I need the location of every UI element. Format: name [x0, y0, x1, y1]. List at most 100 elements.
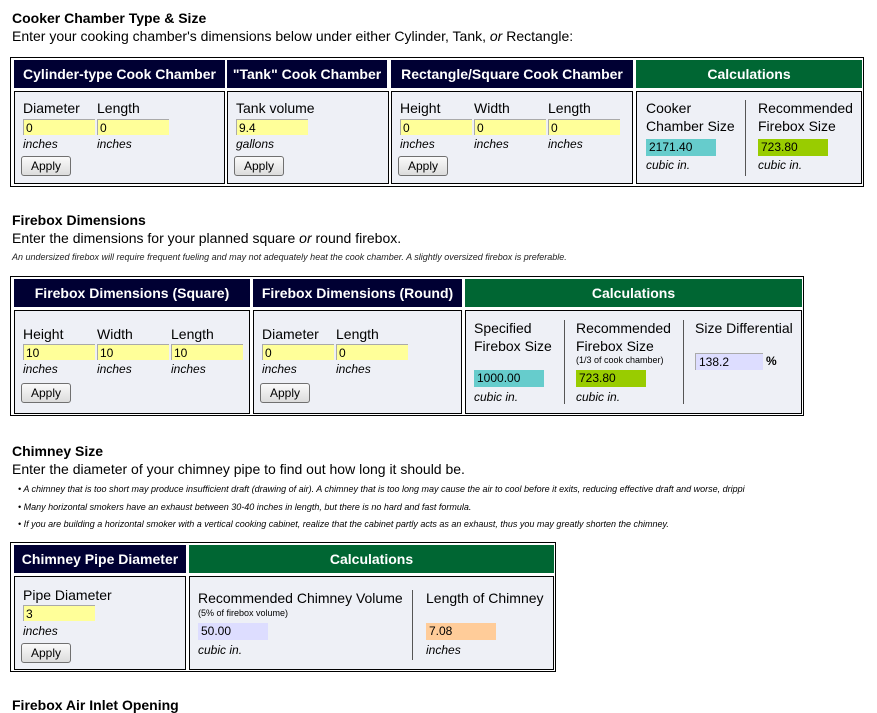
cooker-size-output: 2171.40	[646, 139, 716, 156]
cylinder-cell: Diameter inches Length inches Apply	[14, 91, 225, 184]
diameter-label: Diameter	[262, 326, 319, 342]
rect-cell: Height inches Width inches Length inches…	[391, 91, 633, 184]
round-diameter-input[interactable]	[262, 344, 334, 360]
chimney-volume-output: 50.00	[198, 623, 268, 640]
cylinder-apply-button[interactable]: Apply	[21, 156, 71, 176]
unit-label: inches	[23, 137, 58, 151]
cooker-size-label-2: Chamber Size	[646, 118, 735, 134]
chimney-intro: Enter the diameter of your chimney pipe …	[12, 461, 465, 477]
chimney-table: Chimney Pipe Diameter Calculations Pipe …	[10, 542, 556, 672]
chimney-pipe-header: Chimney Pipe Diameter	[14, 545, 186, 573]
rect-length-input[interactable]	[548, 119, 620, 135]
divider	[745, 100, 746, 176]
chimney-bullet: • If you are building a horizontal smoke…	[18, 519, 669, 529]
rect-apply-button[interactable]: Apply	[398, 156, 448, 176]
divider	[564, 320, 565, 404]
diameter-label: Diameter	[23, 100, 80, 116]
length-label: Length	[171, 326, 214, 342]
tank-apply-button[interactable]: Apply	[234, 156, 284, 176]
unit-label: cubic in.	[576, 390, 621, 404]
round-apply-button[interactable]: Apply	[260, 383, 310, 403]
size-diff-output: 138.2	[695, 353, 763, 370]
unit-label: inches	[474, 137, 509, 151]
rec-firebox-label-1: Recommended	[576, 320, 671, 336]
square-header: Firebox Dimensions (Square)	[14, 279, 250, 307]
rect-height-input[interactable]	[400, 119, 472, 135]
firebox-table: Firebox Dimensions (Square) Firebox Dime…	[10, 276, 804, 416]
unit-label: cubic in.	[758, 158, 803, 172]
unit-label: inches	[23, 362, 58, 376]
round-header: Firebox Dimensions (Round)	[253, 279, 462, 307]
chimney-length-output: 7.08	[426, 623, 496, 640]
length-label: Length	[97, 100, 140, 116]
cylinder-length-input[interactable]	[97, 119, 169, 135]
tank-header: "Tank" Cook Chamber	[227, 60, 387, 88]
cylinder-diameter-input[interactable]	[23, 119, 95, 135]
square-apply-button[interactable]: Apply	[21, 383, 71, 403]
cooker-calc-cell: Cooker Chamber Size 2171.40 cubic in. Re…	[636, 91, 862, 184]
unit-label: inches	[23, 624, 58, 638]
rec-firebox-label-1: Recommended	[758, 100, 853, 116]
firebox-calc-cell: Specified Firebox Size 1000.00 cubic in.…	[465, 310, 802, 414]
width-label: Width	[97, 326, 133, 342]
unit-label: inches	[400, 137, 435, 151]
width-label: Width	[474, 100, 510, 116]
height-label: Height	[23, 326, 64, 342]
rec-firebox-label-2: Firebox Size	[758, 118, 836, 134]
square-width-input[interactable]	[97, 344, 169, 360]
firebox-note: An undersized firebox will require frequ…	[12, 252, 567, 262]
tank-volume-label: Tank volume	[236, 100, 315, 116]
length-label: Length	[548, 100, 591, 116]
firebox-intro: Enter the dimensions for your planned sq…	[12, 230, 402, 246]
unit-label: inches	[548, 137, 583, 151]
cooker-section-title: Cooker Chamber Type & Size	[12, 10, 207, 26]
unit-label: inches	[97, 362, 132, 376]
chimney-volume-note: (5% of firebox volume)	[198, 608, 289, 618]
chimney-volume-label: Recommended Chimney Volume	[198, 590, 403, 606]
specified-firebox-output: 1000.00	[474, 370, 544, 387]
rec-firebox-output: 723.80	[576, 370, 646, 387]
chimney-calc-header: Calculations	[189, 545, 554, 573]
unit-label: cubic in.	[646, 158, 691, 172]
tank-cell: Tank volume gallons Apply	[227, 91, 389, 184]
pipe-diameter-label: Pipe Diameter	[23, 587, 112, 603]
tank-volume-input[interactable]	[236, 119, 308, 135]
pipe-diameter-input[interactable]	[23, 605, 95, 621]
unit-label: inches	[262, 362, 297, 376]
unit-label: inches	[426, 643, 461, 657]
length-label: Length	[336, 326, 379, 342]
chimney-section-title: Chimney Size	[12, 443, 104, 459]
round-cell: Diameter inches Length inches Apply	[253, 310, 462, 414]
square-length-input[interactable]	[171, 344, 243, 360]
size-diff-label: Size Differential	[695, 320, 793, 336]
divider	[412, 590, 413, 660]
percent-sign: %	[766, 354, 777, 368]
rect-header: Rectangle/Square Cook Chamber	[391, 60, 633, 88]
height-label: Height	[400, 100, 441, 116]
specified-label-2: Firebox Size	[474, 338, 552, 354]
chimney-calc-cell: Recommended Chimney Volume (5% of firebo…	[189, 576, 554, 670]
specified-label-1: Specified	[474, 320, 532, 336]
chimney-bullet: • Many horizontal smokers have an exhaus…	[18, 502, 472, 512]
square-cell: Height inches Width inches Length inches…	[14, 310, 250, 414]
chimney-length-label: Length of Chimney	[426, 590, 544, 606]
rect-width-input[interactable]	[474, 119, 546, 135]
rec-firebox-note: (1/3 of cook chamber)	[576, 355, 664, 365]
cooker-calc-header: Calculations	[636, 60, 862, 88]
unit-label: inches	[97, 137, 132, 151]
cooker-intro: Enter your cooking chamber's dimensions …	[12, 28, 574, 44]
firebox-section-title: Firebox Dimensions	[12, 212, 146, 228]
rec-firebox-label-2: Firebox Size	[576, 338, 654, 354]
firebox-calc-header: Calculations	[465, 279, 802, 307]
chimney-apply-button[interactable]: Apply	[21, 643, 71, 663]
chimney-bullet: • A chimney that is too short may produc…	[18, 484, 745, 494]
divider	[683, 320, 684, 404]
cooker-size-label-1: Cooker	[646, 100, 692, 116]
chimney-pipe-cell: Pipe Diameter inches Apply	[14, 576, 186, 670]
unit-label: inches	[336, 362, 371, 376]
square-height-input[interactable]	[23, 344, 95, 360]
cylinder-header: Cylinder-type Cook Chamber	[14, 60, 225, 88]
air-inlet-section-title: Firebox Air Inlet Opening	[12, 697, 179, 713]
unit-label: inches	[171, 362, 206, 376]
round-length-input[interactable]	[336, 344, 408, 360]
